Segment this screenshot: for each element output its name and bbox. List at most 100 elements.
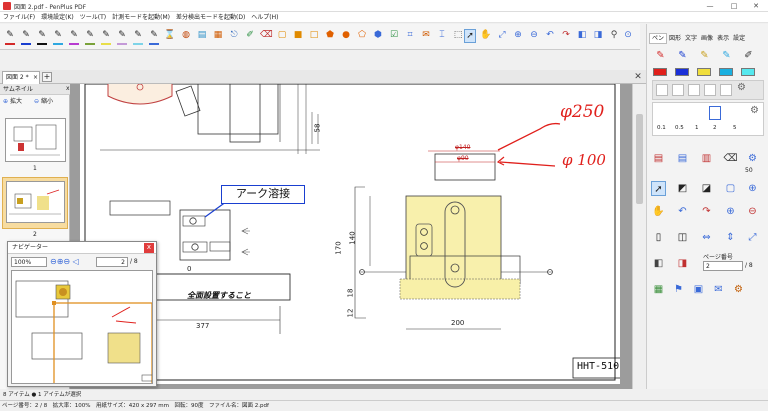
ruler-icon[interactable]: ⌶ — [436, 29, 448, 43]
pen-icon[interactable]: ✎ — [653, 48, 668, 63]
checkbox-icon[interactable]: ☑ — [388, 29, 400, 43]
thumbnail-page-1[interactable] — [5, 118, 66, 162]
new-tab-button[interactable]: + — [42, 72, 52, 82]
line-width-selector[interactable]: 0.1 0.5 1 2 5 ⚙ — [652, 102, 764, 136]
highlighter-blue-icon[interactable]: ✎ — [148, 29, 160, 45]
gear-icon[interactable]: ⚙ — [745, 151, 760, 166]
link-icon[interactable]: ⎋ — [228, 29, 240, 43]
highlighter-purple-icon[interactable]: ✎ — [116, 29, 128, 45]
stamp-icon[interactable]: ⌛ — [164, 29, 176, 43]
tab-pen[interactable]: ペン — [649, 33, 668, 44]
page-double-icon[interactable]: ◫ — [675, 230, 690, 245]
crop-icon[interactable]: ⌗ — [404, 29, 416, 43]
color-palette[interactable]: ⚙ — [652, 80, 764, 100]
menu-tools[interactable]: ツール(T) — [77, 12, 109, 23]
pen-purple-icon[interactable]: ✎ — [68, 29, 80, 45]
zoom-in-icon[interactable]: ⊕ — [723, 204, 738, 219]
page-single-icon[interactable]: ▯ — [651, 230, 666, 245]
highlighter-icon[interactable]: ✎ — [697, 48, 712, 63]
share-icon[interactable]: ▣ — [691, 282, 706, 297]
circle-stamp-icon[interactable]: ◍ — [180, 29, 192, 43]
hand-icon[interactable]: ✋ — [480, 29, 492, 43]
note-icon[interactable]: ✐ — [244, 29, 256, 43]
zoom-in-thumb-button[interactable]: ⊕ 拡大 — [3, 97, 22, 107]
fit-page-icon[interactable]: ⤢ — [745, 230, 760, 245]
width-0-5[interactable]: 0.5 — [675, 125, 684, 131]
palette-slot[interactable] — [704, 84, 716, 96]
highlighter-icon[interactable]: ✎ — [719, 48, 734, 63]
scroll-thumb[interactable] — [636, 114, 643, 204]
shape-square-icon[interactable]: □ — [308, 29, 320, 43]
vertical-scrollbar[interactable] — [632, 84, 646, 389]
gear-icon[interactable]: ⚙ — [737, 82, 746, 93]
pen-cyan-icon[interactable]: ✎ — [52, 29, 64, 45]
menu-settings[interactable]: 環境設定(K) — [38, 12, 77, 23]
bookmark-icon[interactable]: ⚑ — [671, 282, 686, 297]
width-1[interactable]: 1 — [695, 125, 699, 131]
page-prev-icon[interactable]: ◧ — [576, 29, 588, 43]
zoom-page-icon[interactable]: ⊙ — [622, 29, 634, 43]
minimize-button[interactable]: — — [700, 1, 720, 11]
insert-page-icon[interactable]: ▤ — [651, 151, 666, 166]
select-arrow-icon[interactable]: ➚ — [464, 29, 476, 43]
tab-document-2[interactable]: 図面 2 * × — [2, 71, 40, 84]
page-next-icon[interactable]: ◨ — [592, 29, 604, 43]
page-layout-icon[interactable]: ▢ — [723, 181, 738, 196]
undo-icon[interactable]: ↶ — [544, 29, 556, 43]
pen-blue-icon[interactable]: ✎ — [20, 29, 32, 45]
color-swatch-red[interactable] — [653, 68, 667, 76]
select-frame-icon[interactable]: ⬚ — [452, 29, 464, 43]
comment-icon[interactable]: ✉ — [420, 29, 432, 43]
menu-diff[interactable]: 差分検出モードを起動(D) — [173, 12, 248, 23]
comment-icon[interactable]: ✉ — [711, 282, 726, 297]
menu-measure[interactable]: 計測モードを起動(M) — [109, 12, 173, 23]
navigator-preview[interactable] — [11, 270, 173, 386]
highlighter-cyan-icon[interactable]: ✎ — [132, 29, 144, 45]
copy-page-icon[interactable]: ▤ — [675, 151, 690, 166]
handwriting-phi250[interactable]: φ250 — [560, 102, 604, 122]
eraser-icon[interactable]: ⌫ — [723, 151, 738, 166]
pen-red-icon[interactable]: ✎ — [4, 29, 16, 45]
menu-help[interactable]: ヘルプ(H) — [248, 12, 281, 23]
highlighter-yellow-icon[interactable]: ✎ — [100, 29, 112, 45]
brush-icon[interactable]: ✐ — [741, 48, 756, 63]
page-number-input[interactable]: 2 — [703, 261, 743, 271]
zoom-in-icon[interactable]: ⊕ — [512, 29, 524, 43]
tab-close-icon[interactable]: × — [33, 72, 38, 84]
tab-view[interactable]: 表示 — [715, 34, 731, 43]
fit-height-icon[interactable]: ⇕ — [723, 230, 738, 245]
shape-circle-icon[interactable]: ● — [340, 29, 352, 43]
weld-callout[interactable]: アーク溶接 — [221, 185, 305, 204]
undo-icon[interactable]: ↶ — [675, 204, 690, 219]
eraser-icon[interactable]: ⌫ — [260, 29, 273, 43]
close-panel-icon[interactable]: ✕ — [632, 71, 644, 83]
tab-settings[interactable]: 設定 — [731, 34, 747, 43]
width-5[interactable]: 5 — [733, 125, 737, 131]
redo-icon[interactable]: ↷ — [560, 29, 572, 43]
thumbnail-page-2-selected[interactable] — [2, 177, 68, 229]
navigator-page-input[interactable]: 2 — [96, 257, 128, 267]
palette-slot[interactable] — [720, 84, 732, 96]
shape-hexagon-icon[interactable]: ⬢ — [372, 29, 384, 43]
image-insert-icon[interactable]: ▦ — [212, 29, 224, 43]
close-button[interactable]: ✕ — [746, 1, 766, 11]
fit-page-icon[interactable]: ⤢ — [496, 29, 508, 43]
redo-icon[interactable]: ↷ — [699, 204, 714, 219]
layer-back-icon[interactable]: ◪ — [699, 181, 714, 196]
palette-slot[interactable] — [672, 84, 684, 96]
navigator-close-button[interactable]: x — [144, 243, 154, 253]
palette-slot[interactable] — [656, 84, 668, 96]
menu-file[interactable]: ファイル(F) — [0, 12, 38, 23]
width-0-1[interactable]: 0.1 — [657, 125, 666, 131]
layer-front-icon[interactable]: ◩ — [675, 181, 690, 196]
tab-shape[interactable]: 図形 — [667, 34, 683, 43]
gear-icon[interactable]: ⚙ — [750, 105, 759, 116]
navigator-zoom-select[interactable]: 100% — [11, 257, 47, 267]
settings-gear-icon[interactable]: ⚙ — [731, 282, 746, 297]
navigator-zoom-buttons[interactable]: ⊖⊕⊖ ◁ — [50, 257, 79, 267]
tab-text[interactable]: 文字 — [683, 34, 699, 43]
color-swatch-cyan[interactable] — [719, 68, 733, 76]
search-icon[interactable]: ⚲ — [608, 29, 620, 43]
maximize-button[interactable]: □ — [724, 1, 744, 11]
shape-pentagon-outline-icon[interactable]: ⬠ — [356, 29, 368, 43]
